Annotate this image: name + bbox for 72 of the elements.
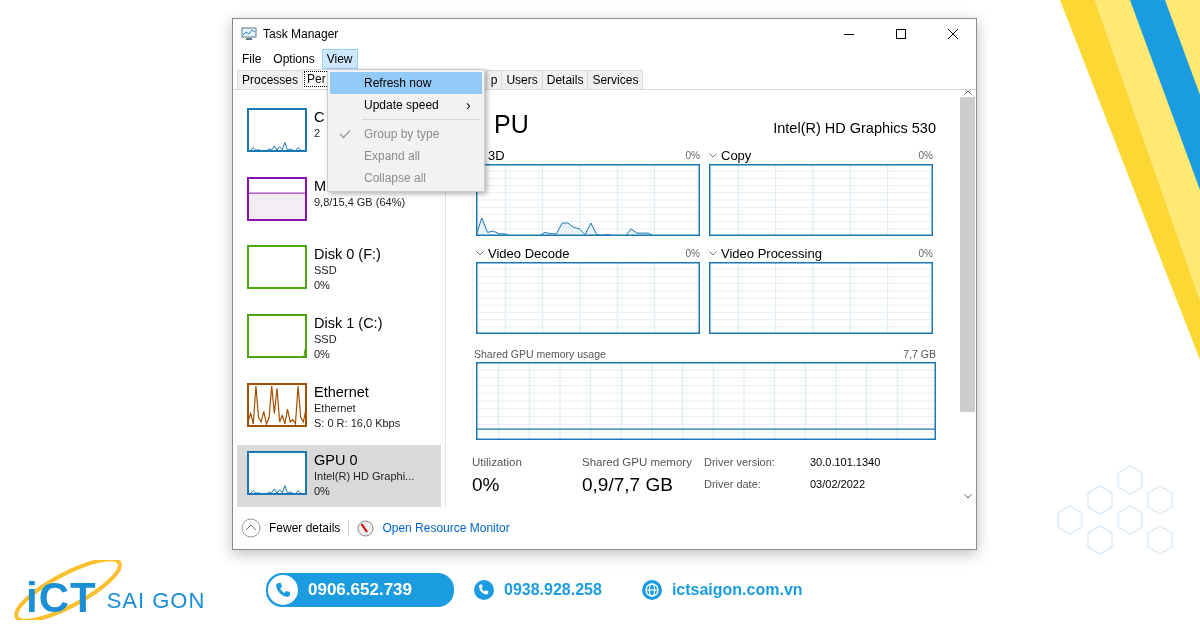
engine-name: Copy [721, 147, 753, 163]
tab[interactable]: Users [501, 70, 543, 89]
item-detail: 0% [314, 278, 330, 294]
tab[interactable]: Details [541, 70, 589, 89]
gauge-icon [357, 519, 375, 537]
tab[interactable]: Processes [237, 70, 304, 89]
globe-icon [641, 580, 662, 600]
performance-item[interactable]: Ethernet Ethernet S: 0 R: 16,0 Kbps [237, 376, 401, 439]
scrollbar[interactable] [959, 90, 976, 499]
item-detail: 0% [314, 347, 330, 362]
window-title: Task Manager [263, 27, 340, 41]
driver-label: Driver date: [704, 477, 762, 492]
driver-value: 03/02/2022 [810, 477, 867, 492]
stat-value: 0,9/7,7 GB [582, 474, 674, 496]
menu-item[interactable]: Update speed › [330, 94, 482, 116]
engine-name: Video Decode [488, 245, 571, 261]
engine-percent: 0% [685, 149, 700, 161]
item-title: C [314, 108, 325, 126]
menu-bar-item[interactable]: View [321, 49, 358, 69]
item-detail: 0% [314, 484, 330, 500]
stat-label: Shared GPU memory [582, 456, 693, 468]
item-detail: S: 0 R: 16,0 Kbps [314, 415, 401, 431]
driver-label: Driver version: [704, 456, 776, 470]
engine-percent: 0% [918, 247, 933, 259]
item-title: M [314, 176, 327, 195]
collapse-icon[interactable] [241, 518, 261, 538]
maximize-icon [896, 29, 906, 39]
performance-item[interactable]: C 2 [237, 102, 325, 164]
menu-bar-item[interactable]: File [237, 49, 267, 69]
item-detail: Intel(R) HD Graphi... [314, 469, 415, 485]
submenu-arrow: › [466, 97, 472, 113]
item-title: Disk 1 (C:) [314, 314, 383, 332]
performance-item[interactable]: Disk 0 (F:) SSD 0% [237, 239, 381, 301]
memory-graph-label: Shared GPU memory usage [474, 348, 606, 360]
resource-monitor-link[interactable]: Open Resource Monitor [382, 521, 510, 535]
item-detail: 9,8/15,4 GB (64%) [314, 194, 406, 210]
device-name: Intel(R) HD Graphics 530 [773, 120, 936, 138]
scroll-up-icon [963, 90, 972, 95]
engine-percent: 0% [918, 149, 933, 161]
menu-item[interactable]: Refresh now [330, 72, 482, 94]
phone-number: 0938.928.258 [504, 581, 602, 599]
engine-name: 3D [488, 147, 506, 163]
driver-value: 30.0.101.1340 [810, 456, 881, 470]
minimize-icon [844, 33, 854, 35]
memory-graph-max: 7,7 GB [903, 348, 936, 360]
chevron-icon[interactable] [709, 152, 717, 158]
item-detail: SSD [314, 332, 337, 347]
performance-item[interactable]: Disk 1 (C:) SSD 0% [237, 308, 383, 370]
phone-icon [474, 580, 494, 600]
monitor-chart-icon [241, 27, 257, 41]
item-title: Disk 0 (F:) [314, 245, 381, 264]
item-detail: 2 [314, 126, 321, 141]
fewer-details-link[interactable]: Fewer details [269, 521, 341, 535]
chevron-icon[interactable] [709, 250, 717, 256]
menu-bar-item[interactable]: Options [268, 49, 320, 69]
performance-item[interactable]: GPU 0 Intel(R) HD Graphi... 0% [237, 445, 441, 508]
item-detail: Ethernet [314, 400, 356, 416]
item-title: Ethernet [314, 382, 369, 401]
item-title: GPU 0 [314, 451, 358, 470]
phone-icon [275, 582, 291, 598]
chevron-icon[interactable] [476, 250, 484, 256]
engine-name: Video Processing [721, 245, 823, 261]
tab[interactable]: Services [587, 70, 644, 89]
close-icon [948, 29, 958, 39]
engine-percent: 0% [685, 247, 700, 259]
scroll-down-icon [963, 494, 972, 499]
item-detail: SSD [314, 263, 337, 279]
stat-value: 0% [472, 474, 501, 496]
panel-title: PU [493, 110, 529, 138]
stat-label: Utilization [472, 456, 523, 468]
logo-text: SAI GON [106, 588, 206, 614]
hotline-badge: 0906.652.739 [266, 573, 454, 607]
